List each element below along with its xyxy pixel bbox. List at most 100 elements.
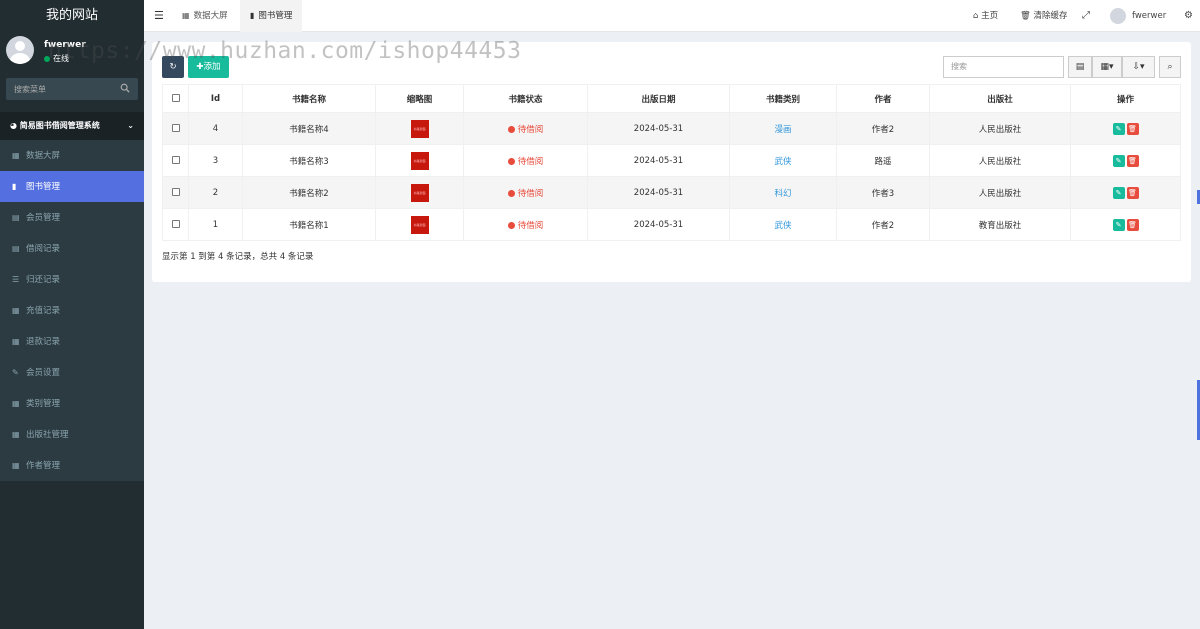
- cell-category[interactable]: 漫画: [729, 112, 837, 145]
- row-checkbox[interactable]: [171, 156, 180, 164]
- table-search-input[interactable]: 搜索: [943, 56, 1064, 78]
- table-row[interactable]: 1 书籍名称1 书籍封面 待借阅 2024-05-31 武侠 作者2 教育出版社…: [162, 208, 1181, 241]
- cell-date: 2024-05-31: [587, 208, 730, 241]
- header-publisher[interactable]: 出版社: [929, 84, 1071, 113]
- row-checkbox[interactable]: [171, 188, 180, 196]
- sidebar-item-members[interactable]: ▤ 会员管理: [0, 202, 144, 233]
- cell-publisher: 人民出版社: [929, 112, 1071, 145]
- fullscreen-icon[interactable]: ⤢: [1082, 0, 1090, 32]
- sidebar-item-publishers[interactable]: ▦ 出版社管理: [0, 419, 144, 450]
- settings-gear-icon[interactable]: ⚙: [1184, 0, 1193, 32]
- sidebar-item-label: 出版社管理: [26, 430, 69, 440]
- home-label: 主页: [981, 11, 999, 21]
- cell-thumbnail: 书籍封面: [375, 144, 464, 177]
- book-icon: ▮: [250, 11, 255, 20]
- search-icon[interactable]: [120, 82, 130, 94]
- header-category[interactable]: 书籍类别: [729, 84, 837, 113]
- sidebar-item-member-settings[interactable]: ✎ 会员设置: [0, 357, 144, 388]
- edit-button[interactable]: ✎: [1112, 218, 1125, 231]
- system-name: 简易图书借阅管理系统: [19, 121, 100, 130]
- user-status: 在线: [44, 53, 69, 64]
- menu-toggle-icon[interactable]: ☰: [154, 9, 164, 22]
- cell-category[interactable]: 科幻: [729, 176, 837, 209]
- columns-dropdown-button[interactable]: ▦▾: [1092, 56, 1122, 78]
- plus-icon: ✚: [196, 62, 204, 72]
- book-cover-image[interactable]: 书籍封面: [410, 183, 429, 202]
- sidebar-item-dashboard[interactable]: ▦ 数据大屏: [0, 140, 144, 171]
- sidebar-item-borrow-records[interactable]: ▤ 借阅记录: [0, 233, 144, 264]
- header-author[interactable]: 作者: [836, 84, 930, 113]
- sidebar-item-categories[interactable]: ▦ 类别管理: [0, 388, 144, 419]
- toggle-view-button[interactable]: ▤: [1068, 56, 1092, 78]
- book-cover-image[interactable]: 书籍封面: [410, 119, 429, 138]
- table-icon: ▦: [12, 430, 20, 439]
- header-book-status[interactable]: 书籍状态: [463, 84, 588, 113]
- cell-publisher: 人民出版社: [929, 144, 1071, 177]
- home-link[interactable]: ⌂ 主页: [973, 0, 998, 32]
- list-icon: ☰: [12, 275, 20, 284]
- header-id[interactable]: Id: [188, 84, 243, 113]
- columns-icon: ▦▾: [1100, 62, 1114, 72]
- edit-button[interactable]: ✎: [1112, 154, 1125, 167]
- edit-button[interactable]: ✎: [1112, 122, 1125, 135]
- delete-button[interactable]: 🗑: [1126, 186, 1139, 199]
- book-cover-image[interactable]: 书籍封面: [410, 151, 429, 170]
- cell-category[interactable]: 武侠: [729, 144, 837, 177]
- table-row[interactable]: 3 书籍名称3 书籍封面 待借阅 2024-05-31 武侠 路遥 人民出版社 …: [162, 144, 1181, 177]
- sidebar: 我的网站 fwerwer 在线 搜索菜单 ◕ 简易图书借阅管理系统 ⌄ ▦ 数据大…: [0, 0, 144, 629]
- edit-button[interactable]: ✎: [1112, 186, 1125, 199]
- cell-date: 2024-05-31: [587, 176, 730, 209]
- row-select-cell[interactable]: [162, 176, 189, 209]
- system-menu-header[interactable]: ◕ 简易图书借阅管理系统 ⌄: [0, 112, 144, 140]
- refresh-button[interactable]: ↻: [162, 56, 184, 78]
- menu-search-input[interactable]: 搜索菜单: [6, 78, 138, 100]
- cell-id: 3: [188, 144, 243, 177]
- sidebar-item-label: 类别管理: [26, 399, 61, 409]
- books-table: Id 书籍名称 缩略图 书籍状态 出版日期 书籍类别 作者 出版社 操作 4 书…: [162, 84, 1181, 241]
- topbar-username[interactable]: fwerwer: [1132, 0, 1166, 32]
- sidebar-item-books[interactable]: ▮ 图书管理: [0, 171, 144, 202]
- edit-icon: ✎: [12, 368, 19, 377]
- row-checkbox[interactable]: [171, 124, 180, 132]
- sidebar-item-authors[interactable]: ▦ 作者管理: [0, 450, 144, 481]
- topbar-avatar[interactable]: [1110, 8, 1126, 24]
- cell-id: 2: [188, 176, 243, 209]
- search-icon: ⌕: [1167, 62, 1173, 72]
- table-icon: ▦: [12, 399, 20, 408]
- row-checkbox[interactable]: [171, 220, 180, 228]
- advanced-search-button[interactable]: ⌕: [1159, 56, 1181, 78]
- card-view-icon: ▤: [1075, 62, 1085, 72]
- status-label: 待借阅: [517, 124, 544, 135]
- delete-button[interactable]: 🗑: [1126, 122, 1139, 135]
- cell-actions: ✎ 🗑: [1070, 144, 1181, 177]
- table-row[interactable]: 4 书籍名称4 书籍封面 待借阅 2024-05-31 漫画 作者2 人民出版社…: [162, 112, 1181, 145]
- cell-author: 作者2: [836, 208, 930, 241]
- sidebar-item-return-records[interactable]: ☰ 归还记录: [0, 264, 144, 295]
- clear-cache-button[interactable]: 🗑 清除缓存: [1020, 0, 1068, 32]
- row-select-cell[interactable]: [162, 112, 189, 145]
- cell-thumbnail: 书籍封面: [375, 208, 464, 241]
- site-logo[interactable]: 我的网站: [0, 0, 144, 32]
- row-select-cell[interactable]: [162, 208, 189, 241]
- row-select-cell[interactable]: [162, 144, 189, 177]
- header-publish-date[interactable]: 出版日期: [587, 84, 730, 113]
- user-avatar: [6, 36, 34, 64]
- sidebar-item-refund-records[interactable]: ▦ 退款记录: [0, 326, 144, 357]
- sidebar-item-label: 归还记录: [26, 275, 61, 285]
- cell-actions: ✎ 🗑: [1070, 112, 1181, 145]
- chevron-down-icon: ⌄: [127, 121, 134, 130]
- select-all-checkbox[interactable]: [171, 94, 180, 102]
- header-book-name[interactable]: 书籍名称: [242, 84, 376, 113]
- tab-dashboard[interactable]: ▦ 数据大屏: [172, 0, 238, 32]
- tab-books[interactable]: ▮ 图书管理: [240, 0, 303, 32]
- cell-category[interactable]: 武侠: [729, 208, 837, 241]
- delete-button[interactable]: 🗑: [1126, 218, 1139, 231]
- table-row[interactable]: 2 书籍名称2 书籍封面 待借阅 2024-05-31 科幻 作者3 人民出版社…: [162, 176, 1181, 209]
- book-cover-image[interactable]: 书籍封面: [410, 215, 429, 234]
- add-button[interactable]: ✚添加: [188, 56, 229, 78]
- select-all-cell[interactable]: [162, 84, 189, 113]
- sidebar-item-label: 作者管理: [26, 461, 61, 471]
- sidebar-item-recharge-records[interactable]: ▦ 充值记录: [0, 295, 144, 326]
- export-dropdown-button[interactable]: ⇩▾: [1122, 56, 1155, 78]
- delete-button[interactable]: 🗑: [1126, 154, 1139, 167]
